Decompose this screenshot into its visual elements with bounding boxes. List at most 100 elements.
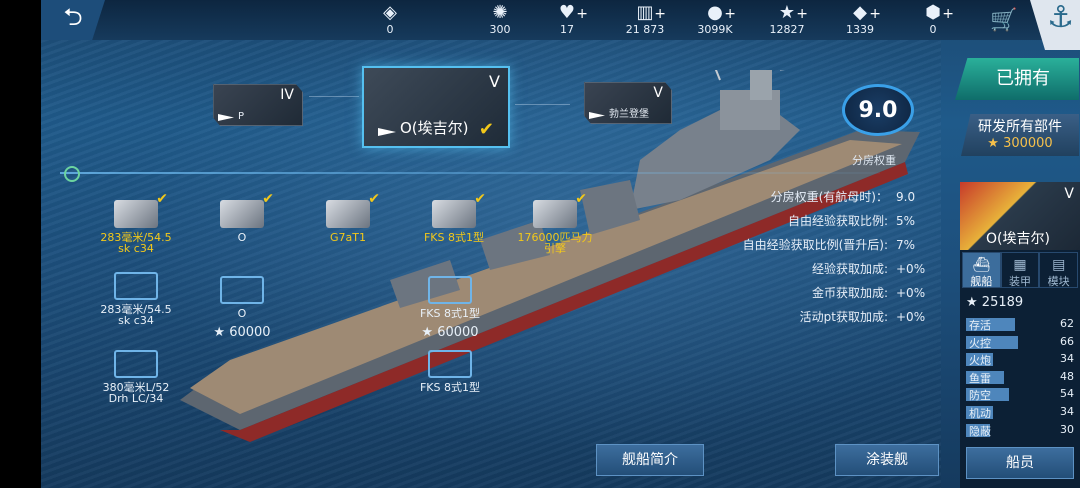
- current-ship-tier: V: [489, 72, 500, 91]
- installed-module[interactable]: ✔ O: [202, 192, 282, 244]
- attribute-value: 34: [1060, 352, 1074, 366]
- module-label: 380毫米L/52 Drh LC/34: [102, 381, 170, 405]
- resource-value: 1339: [846, 23, 874, 36]
- prev-ship-name: P: [238, 111, 245, 122]
- paint-ship-button[interactable]: 涂装舰: [835, 444, 939, 476]
- next-ship-card[interactable]: V 勃兰登堡: [584, 82, 672, 124]
- resource-heart[interactable]: ♥ +17: [532, 0, 602, 40]
- star-icon: ★: [213, 325, 230, 340]
- resource-gold-coin[interactable]: ● +3099K: [680, 0, 750, 40]
- module-icon: [220, 200, 264, 228]
- nation-flag-icon: [218, 114, 234, 121]
- installed-check-icon: ✔: [474, 191, 486, 207]
- upgrade-module[interactable]: FKS 8式1型: [410, 350, 490, 393]
- current-ship-name: O(埃吉尔): [400, 119, 469, 137]
- resource-rank-badge: ◈ 0: [355, 0, 425, 40]
- add-icon[interactable]: +: [576, 6, 588, 22]
- resource-diamond[interactable]: ◆ +1339: [825, 0, 895, 40]
- panel-ship-tier: V: [1064, 186, 1074, 202]
- research-all-button[interactable]: 研发所有部件 ★ 300000: [961, 114, 1079, 156]
- shop-cart-icon[interactable]: 🛒: [990, 8, 1017, 33]
- tree-connector: [309, 96, 359, 97]
- next-ship-tier: V: [653, 85, 663, 101]
- installed-module[interactable]: ✔ 176000匹马力 引擎: [515, 192, 595, 255]
- upgrade-module[interactable]: O ★ 60000: [202, 276, 282, 340]
- add-icon[interactable]: +: [724, 6, 736, 22]
- module-label: FKS 8式1型: [419, 307, 481, 320]
- module-label: 283毫米/54.5 sk c34: [100, 303, 172, 327]
- add-icon[interactable]: +: [654, 6, 666, 22]
- prev-ship-tier: IV: [280, 87, 294, 103]
- stat-value: +0%: [896, 310, 926, 324]
- module-label: 176000匹马力 引擎: [517, 231, 593, 255]
- star-icon: ★: [421, 325, 438, 340]
- tab-0[interactable]: ⛴ 舰船: [962, 252, 1001, 288]
- stat-row: 经验获取加成: +0%: [743, 257, 932, 281]
- prev-ship-card[interactable]: IV P: [213, 84, 303, 126]
- owned-button[interactable]: 已拥有: [955, 58, 1079, 100]
- game-screen: ⮌ ◈ 0 ✺ 300 ♥ +17 ▥ +21 873 ● +3099K ★ +12827 ◆ +1339…: [0, 0, 1080, 488]
- stat-label: 活动pt获取加成:: [799, 310, 888, 324]
- blueprint-icon: [114, 350, 158, 378]
- attribute-label: 火炮: [969, 354, 991, 368]
- tree-baseline: [60, 172, 880, 174]
- resource-compass: ✺ 300: [465, 0, 535, 40]
- armor-tab-icon: ▦: [1013, 257, 1027, 273]
- add-icon[interactable]: +: [796, 6, 808, 22]
- attribute-row: 隐蔽 30: [966, 422, 1076, 439]
- module-cost: 60000: [437, 325, 479, 340]
- upgrade-module[interactable]: 380毫米L/52 Drh LC/34: [96, 350, 176, 404]
- panel-ship-name: O(埃吉尔): [986, 231, 1050, 247]
- stat-label: 金币获取加成:: [811, 286, 888, 300]
- tab-label: 舰船: [970, 275, 993, 288]
- attribute-value: 48: [1060, 369, 1074, 383]
- blueprint-icon: [428, 350, 472, 378]
- stat-label: 经验获取加成:: [811, 262, 888, 276]
- stat-value: 7%: [896, 238, 916, 252]
- resource-star[interactable]: ★ +12827: [752, 0, 822, 40]
- module-label: FKS 8式1型: [419, 381, 481, 394]
- resource-value: 0: [929, 23, 937, 36]
- module-icon: [326, 200, 370, 228]
- attribute-row: 机动 34: [966, 404, 1076, 421]
- installed-module[interactable]: ✔ 283毫米/54.5 sk c34: [96, 192, 176, 254]
- attribute-row: 火控 66: [966, 334, 1076, 351]
- stat-value: 5%: [896, 214, 916, 228]
- stat-label: 分房权重(有航母时)：: [770, 190, 888, 204]
- add-icon[interactable]: +: [942, 6, 954, 22]
- installed-module[interactable]: ✔ FKS 8式1型: [414, 192, 494, 243]
- resource-value: 21 873: [625, 23, 665, 36]
- stat-label: 自由经验获取比例:: [787, 214, 888, 228]
- upgrade-module[interactable]: FKS 8式1型 ★ 60000: [410, 276, 490, 340]
- crew-button[interactable]: 船员: [966, 447, 1074, 479]
- module-label: O: [237, 307, 247, 320]
- tab-1[interactable]: ▦ 装甲: [1000, 252, 1040, 288]
- resource-card[interactable]: ▥ +21 873: [610, 0, 680, 40]
- upgrade-module[interactable]: 283毫米/54.5 sk c34: [96, 272, 176, 326]
- resource-value: 0: [386, 23, 394, 36]
- ship-intro-button[interactable]: 舰船简介: [596, 444, 704, 476]
- stat-row: 金币获取加成: +0%: [743, 281, 932, 305]
- ship-exp-value: 25189: [981, 295, 1024, 310]
- tab-2[interactable]: ▤ 模块: [1039, 252, 1079, 288]
- add-icon[interactable]: +: [869, 6, 881, 22]
- resource-value: 3099K: [697, 23, 733, 36]
- module-tab-icon: ▤: [1052, 257, 1066, 273]
- ship-tab-icon: ⛴: [972, 257, 991, 273]
- attribute-label: 隐蔽: [969, 424, 991, 438]
- current-ship-card[interactable]: V O(埃吉尔) ✔: [362, 66, 510, 148]
- next-ship-name: 勃兰登堡: [609, 109, 649, 120]
- installed-check-icon: ✔: [368, 191, 380, 207]
- ship-exp: ★ 25189: [966, 295, 1024, 310]
- module-label: O: [237, 231, 247, 244]
- blueprint-icon: [428, 276, 472, 304]
- attribute-value: 30: [1060, 422, 1074, 436]
- installed-module[interactable]: ✔ G7aT1: [308, 192, 388, 243]
- nation-flag-icon: [589, 112, 605, 119]
- resource-cube[interactable]: ⬢ +0: [898, 0, 968, 40]
- anchor-menu-icon[interactable]: ⚓: [1030, 0, 1080, 50]
- installed-check-icon: ✔: [156, 191, 168, 207]
- module-icon: [533, 200, 577, 228]
- nation-flag-icon: [378, 128, 396, 136]
- stat-row: 分房权重(有航母时)： 9.0: [743, 185, 932, 209]
